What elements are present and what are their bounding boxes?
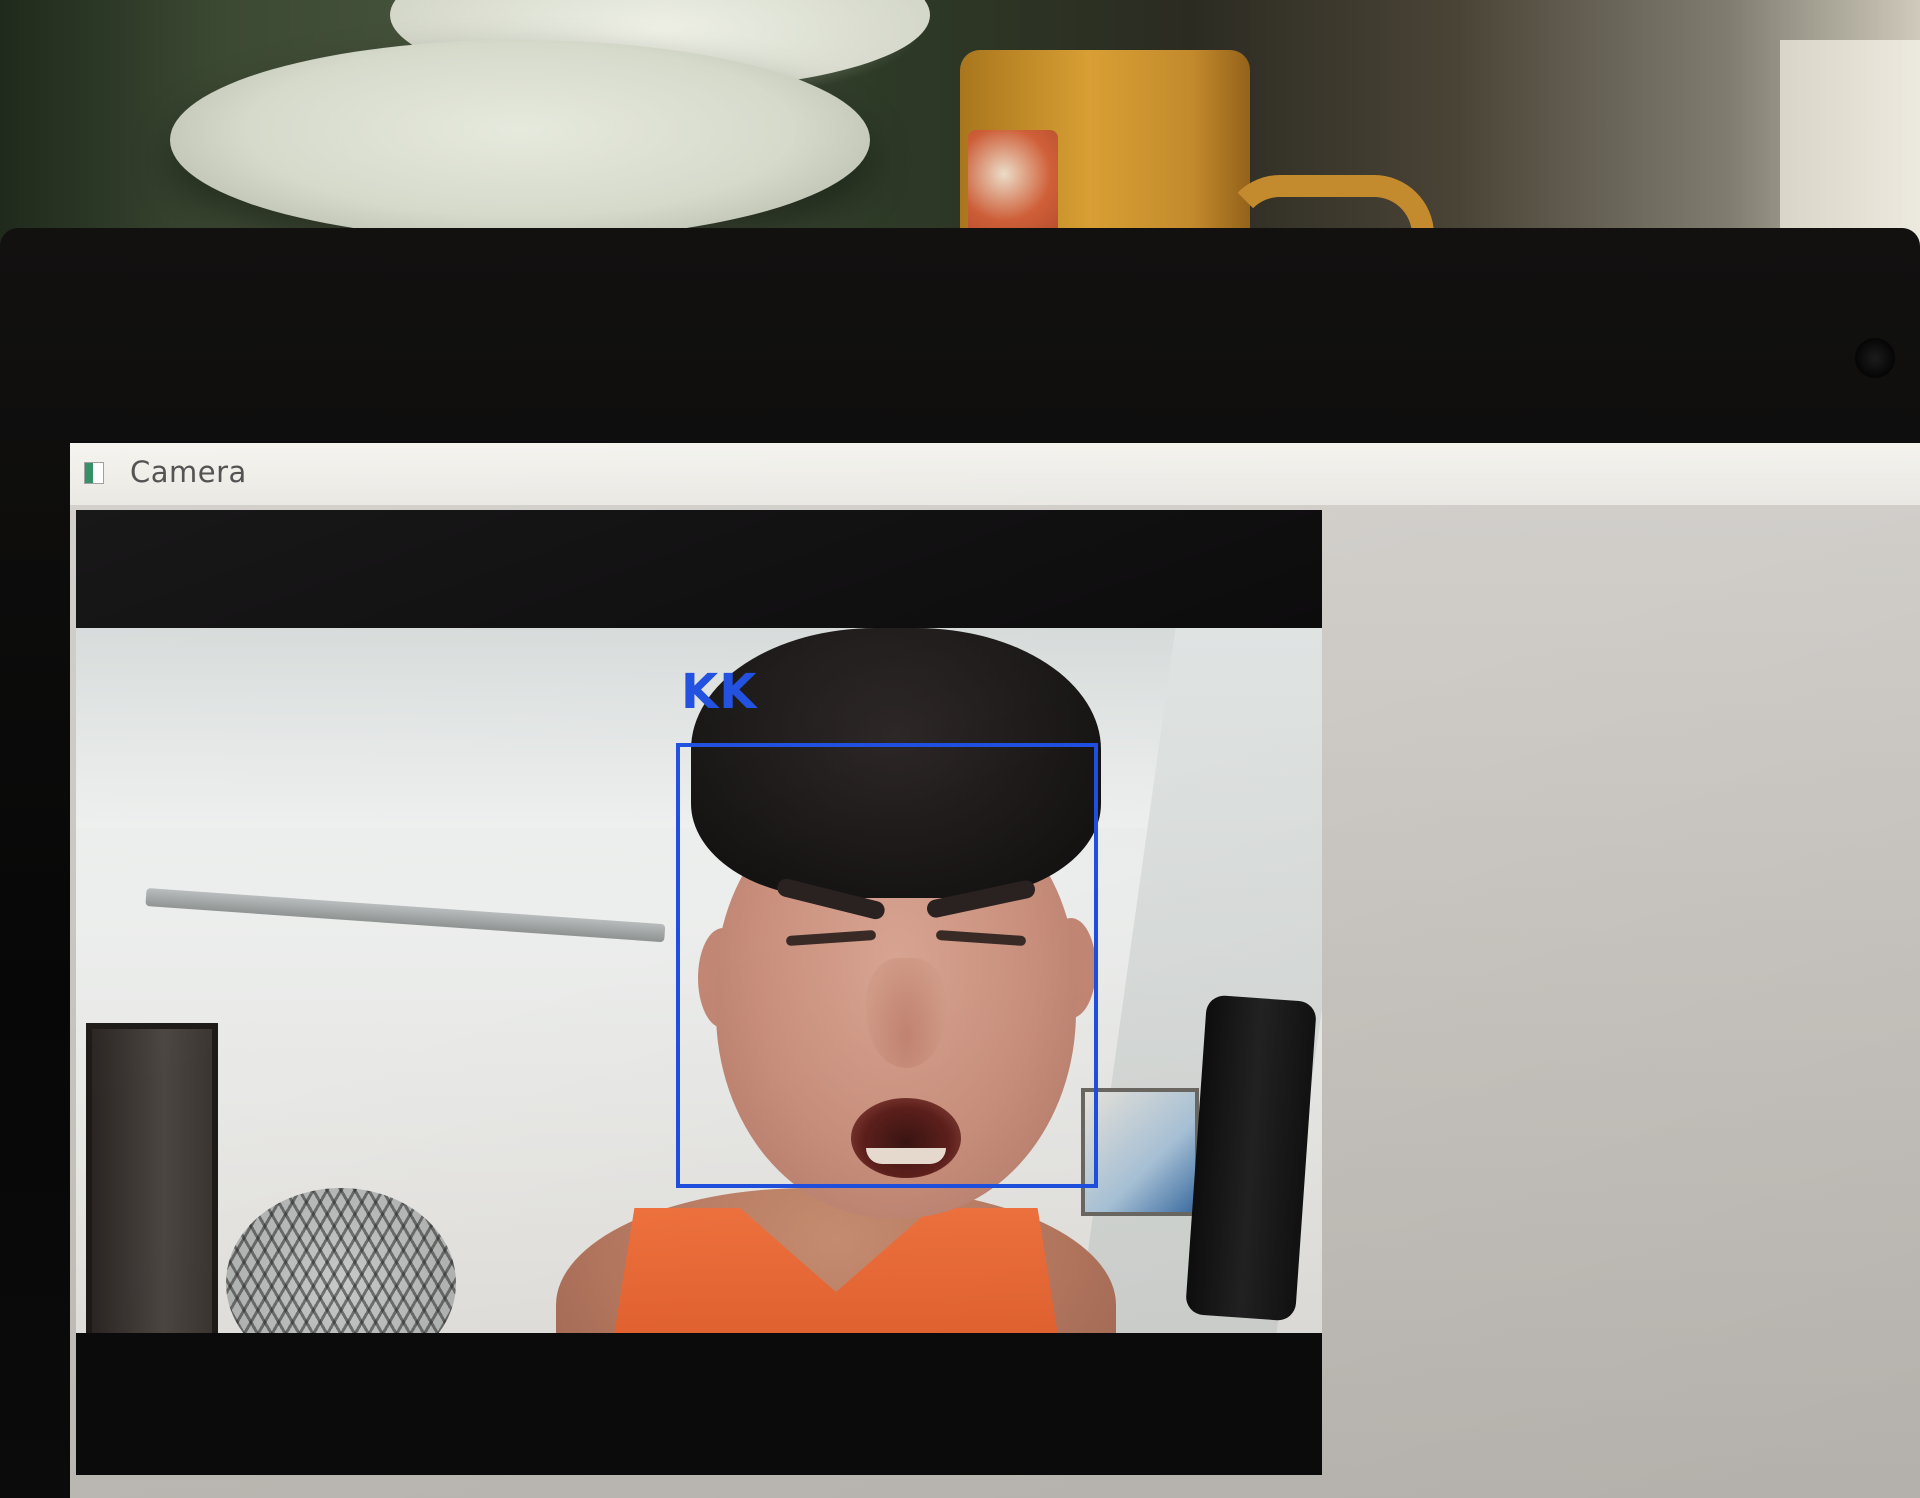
camera-window: Camera KK: [70, 443, 1920, 1498]
monitor-screen: Camera KK: [70, 443, 1920, 1498]
feed-ceiling-light: [145, 888, 666, 943]
window-client-area: KK: [70, 505, 1920, 1498]
feed-phone: [1184, 994, 1318, 1322]
face-detection-label: KK: [681, 664, 758, 720]
background-mug-print: [968, 130, 1058, 240]
webcam-lens: [1855, 338, 1895, 378]
camera-feed-image: KK: [76, 628, 1322, 1333]
background-plate: [170, 40, 870, 240]
window-titlebar[interactable]: Camera: [70, 443, 1920, 506]
camera-frame: KK: [76, 510, 1322, 1475]
feed-fan: [226, 1188, 456, 1333]
feed-door: [86, 1023, 218, 1333]
face-detection-box: [676, 743, 1098, 1188]
window-title: Camera: [130, 455, 247, 489]
feed-wall-picture: [1081, 1088, 1199, 1216]
app-window-icon: [84, 462, 104, 484]
